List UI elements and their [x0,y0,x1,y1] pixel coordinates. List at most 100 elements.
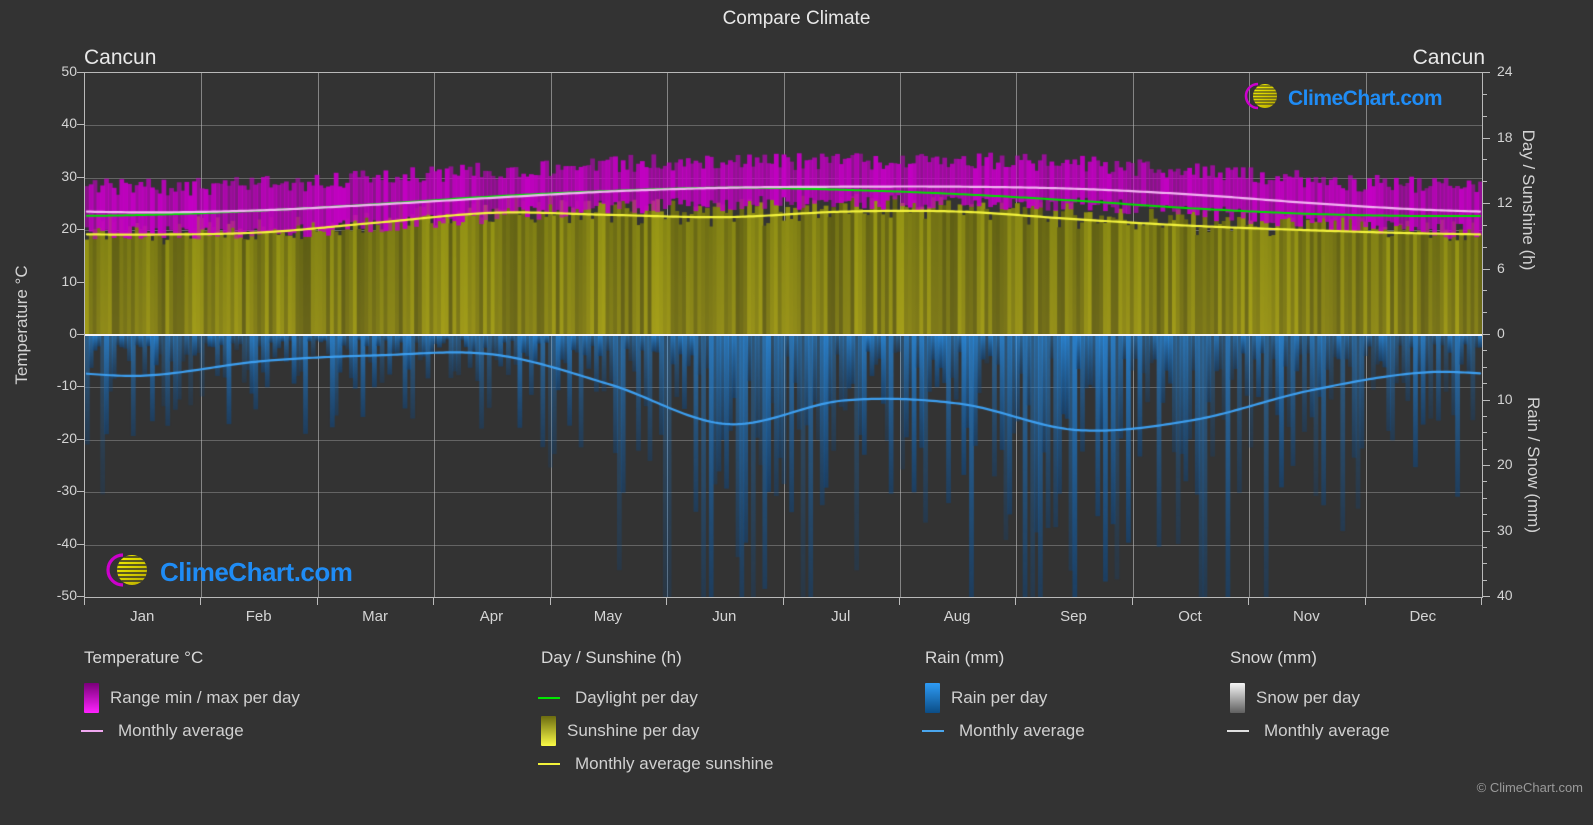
legend-column: Rain (mm) Rain per day Monthly average [921,648,1085,747]
climechart-logo-icon [96,550,160,595]
legend-column: Temperature °C Range min / max per day Mon… [80,648,300,747]
axis-tickmark-minor [1483,481,1487,483]
legend-item[interactable]: Daylight per day [537,681,773,714]
axis-tickmark-minor [1483,366,1487,368]
legend-swatch-icon [925,682,940,713]
axis-tickmark [77,124,84,126]
axis-tickmark [1483,465,1490,466]
legend-item-label: Daylight per day [575,687,698,707]
axis-tickmark-minor [1483,93,1487,95]
axis-tick-label-month: May [593,608,623,625]
axis-tick-label-rain-snow: 40 [1497,587,1513,603]
axis-tickmark-minor [1483,312,1487,314]
legend-swatch-icon [541,715,556,746]
axis-tick-label-temperature: 50 [61,63,77,79]
legend-heading: Day / Sunshine (h) [541,648,682,667]
copyright-label: © ClimeChart.com [1476,780,1583,795]
axis-tickmark [1483,334,1490,335]
legend-item[interactable]: Snow per day [1230,681,1390,714]
axis-tick-label-rain-snow: 30 [1497,521,1513,538]
plot-area [84,72,1483,598]
legend-item[interactable]: Rain per day [925,681,1085,714]
legend-item-label: Rain per day [951,687,1048,707]
legend-item[interactable]: Monthly average [80,714,300,747]
axis-tickmark-minor [1483,224,1487,226]
legend-heading: Temperature °C [84,648,204,667]
axis-tick-label-temperature: 20 [61,220,77,237]
axis-tick-label-month: Sep [1060,608,1087,625]
axis-tick-label-rain-snow: 20 [1497,456,1513,472]
axis-tickmark [1483,530,1490,532]
axis-tickmark-minor [1483,159,1487,161]
legend-item-label: Snow per day [1256,687,1360,707]
axis-tickmark [84,598,85,605]
legend-item-label: Monthly average [118,720,244,740]
axis-tickmark-minor [1483,563,1487,565]
axis-tickmark-minor [1483,579,1487,581]
legend-line-icon [537,696,560,699]
axis-tickmark [77,72,84,73]
legend-column: Day / Sunshine (h) Daylight per day Sunshi… [537,648,773,780]
axis-tickmark [77,596,84,597]
axis-tick-label-month: Feb [245,608,272,625]
climate-chart-page: Compare Climate Cancun Cancun Temperatur… [0,0,1593,825]
axis-tick-label-temperature: -40 [56,534,77,551]
legend-item-label: Monthly average [959,720,1085,740]
legend-item[interactable]: Sunshine per day [541,714,773,747]
axis-tick-label-temperature: -50 [56,587,77,603]
axis-tickmark-minor [1483,415,1487,417]
legend-column: Snow (mm) Snow per day Monthly average [1226,648,1390,747]
axis-tickmark [1483,72,1490,73]
axis-tick-label-temperature: -10 [56,377,77,394]
axis-tickmark-minor [1483,448,1487,450]
climechart-logo-icon [1236,80,1288,117]
legend-item-label: Monthly average [1264,720,1390,740]
legend-line-icon [1226,729,1249,732]
legend-item[interactable]: Range min / max per day [84,681,300,714]
legend-item[interactable]: Monthly average sunshine [537,747,773,780]
axis-tickmark [782,598,784,605]
axis-tickmark-minor [1483,290,1487,292]
axis-tick-label-month: Nov [1293,608,1320,625]
axis-tick-label-temperature: 0 [69,325,77,341]
axis-tick-label-temperature: -20 [56,429,77,446]
axis-tick-label-temperature: 10 [61,272,77,289]
axis-tickmark [77,281,84,283]
axis-tickmark [77,334,84,335]
watermark-logo-text: ClimeChart.com [1288,86,1443,110]
axis-tickmark [77,386,84,388]
legend-item[interactable]: Monthly average [1226,714,1390,747]
zero-baseline [85,334,1482,336]
axis-tick-label-month: Jun [712,608,737,625]
legend-swatch-wrap [537,762,567,765]
axis-tick-label-month: Aug [943,608,971,625]
legend-swatch-wrap [921,729,951,732]
axis-tickmark [1015,598,1017,605]
axis-tickmark-minor [1483,432,1487,434]
axis-tick-label-month: Jul [831,608,851,625]
watermark-logo-bottom: ClimeChart.com [96,550,353,595]
axis-tickmark [1483,137,1490,139]
axis-tickmark [1483,203,1490,204]
watermark-logo-top: ClimeChart.com [1236,80,1443,117]
axis-tickmark [1481,598,1482,605]
city-label-right: Cancun [1412,46,1485,69]
axis-tickmark [77,491,84,493]
legend-swatch-wrap [537,696,567,699]
axis-tickmark-minor [1483,497,1487,499]
axis-tick-label-month: Jan [130,608,155,625]
axis-tick-label-temperature: 30 [61,167,77,184]
axis-tick-label-day-sunshine: 18 [1497,128,1513,145]
axis-tickmark-minor [1483,246,1487,248]
axis-tickmark [898,598,900,605]
axis-tickmark [77,229,84,231]
axis-tickmark [77,543,84,545]
watermark-logo-text: ClimeChart.com [160,557,353,587]
legend-line-icon [80,729,103,732]
legend-item-label: Sunshine per day [567,720,700,740]
axis-tick-label-month: Dec [1409,608,1437,625]
axis-tickmark [1131,598,1133,605]
legend-item[interactable]: Monthly average [921,714,1085,747]
axis-tickmark [200,598,202,605]
axis-tick-label-day-sunshine: 6 [1497,259,1505,276]
